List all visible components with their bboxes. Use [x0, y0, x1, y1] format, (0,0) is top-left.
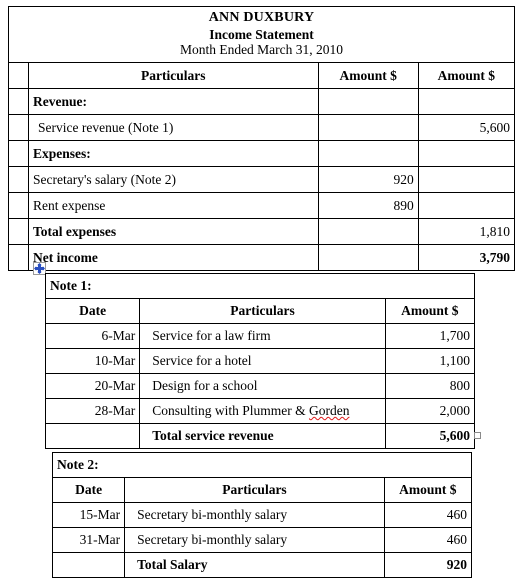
company-name: ANN DUXBURY: [208, 10, 315, 25]
row-particulars[interactable]: Service revenue (Note 1): [28, 114, 319, 142]
table-resize-handle[interactable]: [474, 432, 481, 439]
row-gutter-cell[interactable]: [7, 88, 30, 116]
row-amount-1[interactable]: [317, 114, 419, 142]
note-1-row-particulars[interactable]: Service for a law firm: [139, 323, 386, 349]
note-1-total-row[interactable]: Total service revenue 5,600: [44, 423, 476, 449]
table-row[interactable]: 28-Mar Consulting with Plummer & Gorden …: [44, 398, 476, 424]
note-1-header-amount: Amount $: [384, 298, 476, 324]
note-2-header-date: Date: [51, 477, 126, 503]
note-2-total-label[interactable]: Total Salary: [124, 552, 385, 578]
note-1-header-row: Date Particulars Amount $: [44, 298, 476, 324]
row-amount-1[interactable]: [317, 218, 419, 246]
table-row[interactable]: 31-Mar Secretary bi-monthly salary 460: [51, 527, 473, 553]
note-1-row-date[interactable]: 20-Mar: [44, 373, 141, 399]
note-1-row-amount[interactable]: 2,000: [384, 398, 476, 424]
table-row[interactable]: Revenue:: [7, 88, 516, 116]
row-particulars[interactable]: Rent expense: [28, 192, 319, 220]
statement-header-row: Particulars Amount $ Amount $: [7, 62, 516, 90]
note-2-row-date[interactable]: 31-Mar: [51, 527, 126, 553]
table-row[interactable]: Expenses:: [7, 140, 516, 168]
statement-header-particulars: Particulars: [28, 62, 319, 90]
row-amount-2[interactable]: [417, 166, 516, 194]
note-2-header-particulars: Particulars: [124, 477, 385, 503]
note-2-row-particulars[interactable]: Secretary bi-monthly salary: [124, 502, 385, 528]
row-amount-1[interactable]: [317, 140, 419, 168]
note-2-total-blank[interactable]: [51, 552, 126, 578]
note-2-label: Note 2:: [52, 452, 472, 478]
note-2-row-date[interactable]: 15-Mar: [51, 502, 126, 528]
row-particulars[interactable]: Secretary's salary (Note 2): [28, 166, 319, 194]
spellcheck-misspelled-word: Gorden: [308, 403, 350, 419]
statement-header-amount-2: Amount $: [417, 62, 516, 90]
statement-type: Income Statement: [209, 26, 314, 42]
statement-gutter-cell: [7, 62, 30, 90]
row-amount-1[interactable]: [317, 244, 419, 272]
note-2-row-particulars[interactable]: Secretary bi-monthly salary: [124, 527, 385, 553]
row-particulars[interactable]: Revenue:: [28, 88, 319, 116]
note-1-row-particulars[interactable]: Design for a school: [139, 373, 386, 399]
note-1-row-date[interactable]: 28-Mar: [44, 398, 141, 424]
note-1-row-date[interactable]: 10-Mar: [44, 348, 141, 374]
note-1-row-amount[interactable]: 1,700: [384, 323, 476, 349]
note-1-row-particulars-prefix: Consulting with Plummer &: [152, 403, 309, 419]
table-row[interactable]: Total expenses 1,810: [7, 218, 516, 246]
note-1-row-amount[interactable]: 800: [384, 373, 476, 399]
move-cross-icon: [34, 263, 45, 274]
statement-header-amount-1: Amount $: [317, 62, 419, 90]
statement-title-row: ANN DUXBURY Income Statement Month Ended…: [8, 5, 515, 64]
row-gutter-cell[interactable]: [7, 244, 30, 272]
row-amount-1[interactable]: [317, 88, 419, 116]
table-row[interactable]: 20-Mar Design for a school 800: [44, 373, 476, 399]
note-2-table[interactable]: Note 2: Date Particulars Amount $ 15-Mar…: [51, 452, 473, 578]
note-1-header-particulars: Particulars: [139, 298, 386, 324]
row-amount-1[interactable]: 890: [317, 192, 419, 220]
row-particulars[interactable]: Total expenses: [28, 218, 319, 246]
note-1-table[interactable]: Note 1: Date Particulars Amount $ 6-Mar …: [44, 273, 476, 449]
note-2-label-row: Note 2:: [52, 452, 472, 478]
row-gutter-cell[interactable]: [7, 218, 30, 246]
document-page: ANN DUXBURY Income Statement Month Ended…: [0, 0, 523, 578]
income-statement-table[interactable]: ANN DUXBURY Income Statement Month Ended…: [7, 5, 516, 272]
row-particulars[interactable]: Expenses:: [28, 140, 319, 168]
row-amount-2[interactable]: [417, 88, 516, 116]
note-2-row-amount[interactable]: 460: [383, 527, 473, 553]
note-1-header-date: Date: [44, 298, 141, 324]
note-1-row-date[interactable]: 6-Mar: [44, 323, 141, 349]
note-2-header-amount: Amount $: [383, 477, 473, 503]
note-1-total-blank[interactable]: [44, 423, 141, 449]
row-amount-2[interactable]: 1,810: [417, 218, 516, 246]
statement-period: Month Ended March 31, 2010: [179, 42, 344, 58]
note-1-total-label[interactable]: Total service revenue: [139, 423, 386, 449]
note-2-row-amount[interactable]: 460: [383, 502, 473, 528]
table-row[interactable]: 15-Mar Secretary bi-monthly salary 460: [51, 502, 473, 528]
note-2-total-row[interactable]: Total Salary 920: [51, 552, 473, 578]
note-1-row-particulars[interactable]: Consulting with Plummer & Gorden: [139, 398, 386, 424]
table-row[interactable]: Rent expense 890: [7, 192, 516, 220]
row-amount-2[interactable]: [417, 192, 516, 220]
table-row[interactable]: 10-Mar Service for a hotel 1,100: [44, 348, 476, 374]
table-row[interactable]: Net income 3,790: [7, 244, 516, 272]
note-1-total-amount[interactable]: 5,600: [384, 423, 476, 449]
row-particulars[interactable]: Net income: [28, 244, 319, 272]
table-row[interactable]: 6-Mar Service for a law firm 1,700: [44, 323, 476, 349]
row-gutter-cell[interactable]: [7, 166, 30, 194]
statement-title-block: ANN DUXBURY Income Statement Month Ended…: [8, 5, 515, 64]
row-amount-2[interactable]: 3,790: [417, 244, 516, 272]
note-1-row-amount[interactable]: 1,100: [384, 348, 476, 374]
row-gutter-cell[interactable]: [7, 114, 30, 142]
table-row[interactable]: Secretary's salary (Note 2) 920: [7, 166, 516, 194]
note-1-label-row: Note 1:: [45, 273, 475, 299]
note-1-label: Note 1:: [45, 273, 475, 299]
table-row[interactable]: Service revenue (Note 1) 5,600: [7, 114, 516, 142]
row-gutter-cell[interactable]: [7, 192, 30, 220]
note-2-total-amount[interactable]: 920: [383, 552, 473, 578]
row-amount-1[interactable]: 920: [317, 166, 419, 194]
row-gutter-cell[interactable]: [7, 140, 30, 168]
row-amount-2[interactable]: 5,600: [417, 114, 516, 142]
row-amount-2[interactable]: [417, 140, 516, 168]
note-1-row-particulars[interactable]: Service for a hotel: [139, 348, 386, 374]
note-2-header-row: Date Particulars Amount $: [51, 477, 473, 503]
